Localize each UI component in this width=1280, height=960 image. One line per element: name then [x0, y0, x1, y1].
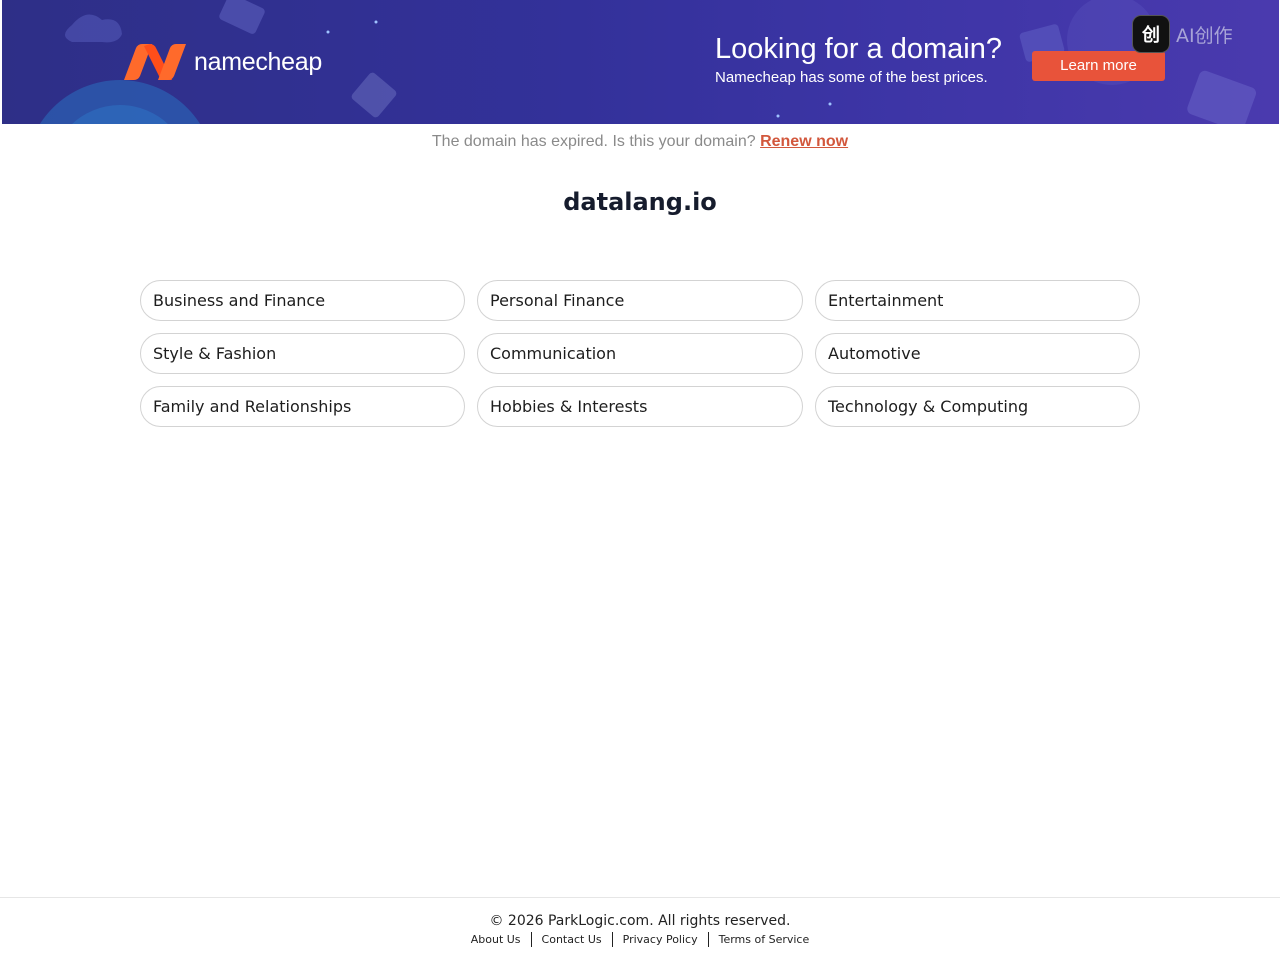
expiry-notice-text: The domain has expired. Is this your dom…	[431, 133, 756, 150]
category-link[interactable]: Style & Fashion	[140, 333, 465, 374]
domain-title: datalang.io	[563, 188, 717, 216]
promo-block: Looking for a domain? Namecheap has some…	[715, 32, 1002, 88]
category-link[interactable]: Technology & Computing	[815, 386, 1140, 427]
category-link[interactable]: Family and Relationships	[140, 386, 465, 427]
ai-overlay-text: AI创作	[1176, 24, 1233, 47]
renew-now-link[interactable]: Renew now	[760, 133, 848, 150]
namecheap-logo[interactable]: namecheap	[122, 42, 322, 82]
namecheap-wordmark: namecheap	[194, 48, 322, 76]
namecheap-banner[interactable]: namecheap Looking for a domain? Namechea…	[2, 0, 1279, 124]
promo-headline: Looking for a domain?	[715, 33, 1002, 65]
privacy-policy-link[interactable]: Privacy Policy	[613, 932, 708, 947]
category-link[interactable]: Communication	[477, 333, 803, 374]
category-link[interactable]: Business and Finance	[140, 280, 465, 321]
page-footer: © 2026 ParkLogic.com. All rights reserve…	[0, 897, 1280, 960]
footer-links: About Us Contact Us Privacy Policy Terms…	[0, 932, 1280, 947]
category-link[interactable]: Hobbies & Interests	[477, 386, 803, 427]
category-link[interactable]: Entertainment	[815, 280, 1140, 321]
ai-overlay-badge[interactable]: 创 AI创作	[1132, 15, 1233, 53]
namecheap-logo-icon	[124, 44, 186, 80]
about-us-link[interactable]: About Us	[461, 932, 531, 947]
category-grid: Business and Finance Personal Finance En…	[140, 280, 1140, 427]
ai-creation-icon[interactable]: 创	[1132, 15, 1170, 53]
learn-more-button[interactable]: Learn more	[1032, 51, 1165, 81]
contact-us-link[interactable]: Contact Us	[532, 932, 612, 947]
category-link[interactable]: Automotive	[815, 333, 1140, 374]
promo-subline: Namecheap has some of the best prices.	[715, 69, 988, 86]
expiry-notice: The domain has expired. Is this your dom…	[0, 133, 1280, 151]
copyright-text: © 2026 ParkLogic.com. All rights reserve…	[489, 913, 791, 929]
category-link[interactable]: Personal Finance	[477, 280, 803, 321]
terms-of-service-link[interactable]: Terms of Service	[709, 932, 820, 947]
